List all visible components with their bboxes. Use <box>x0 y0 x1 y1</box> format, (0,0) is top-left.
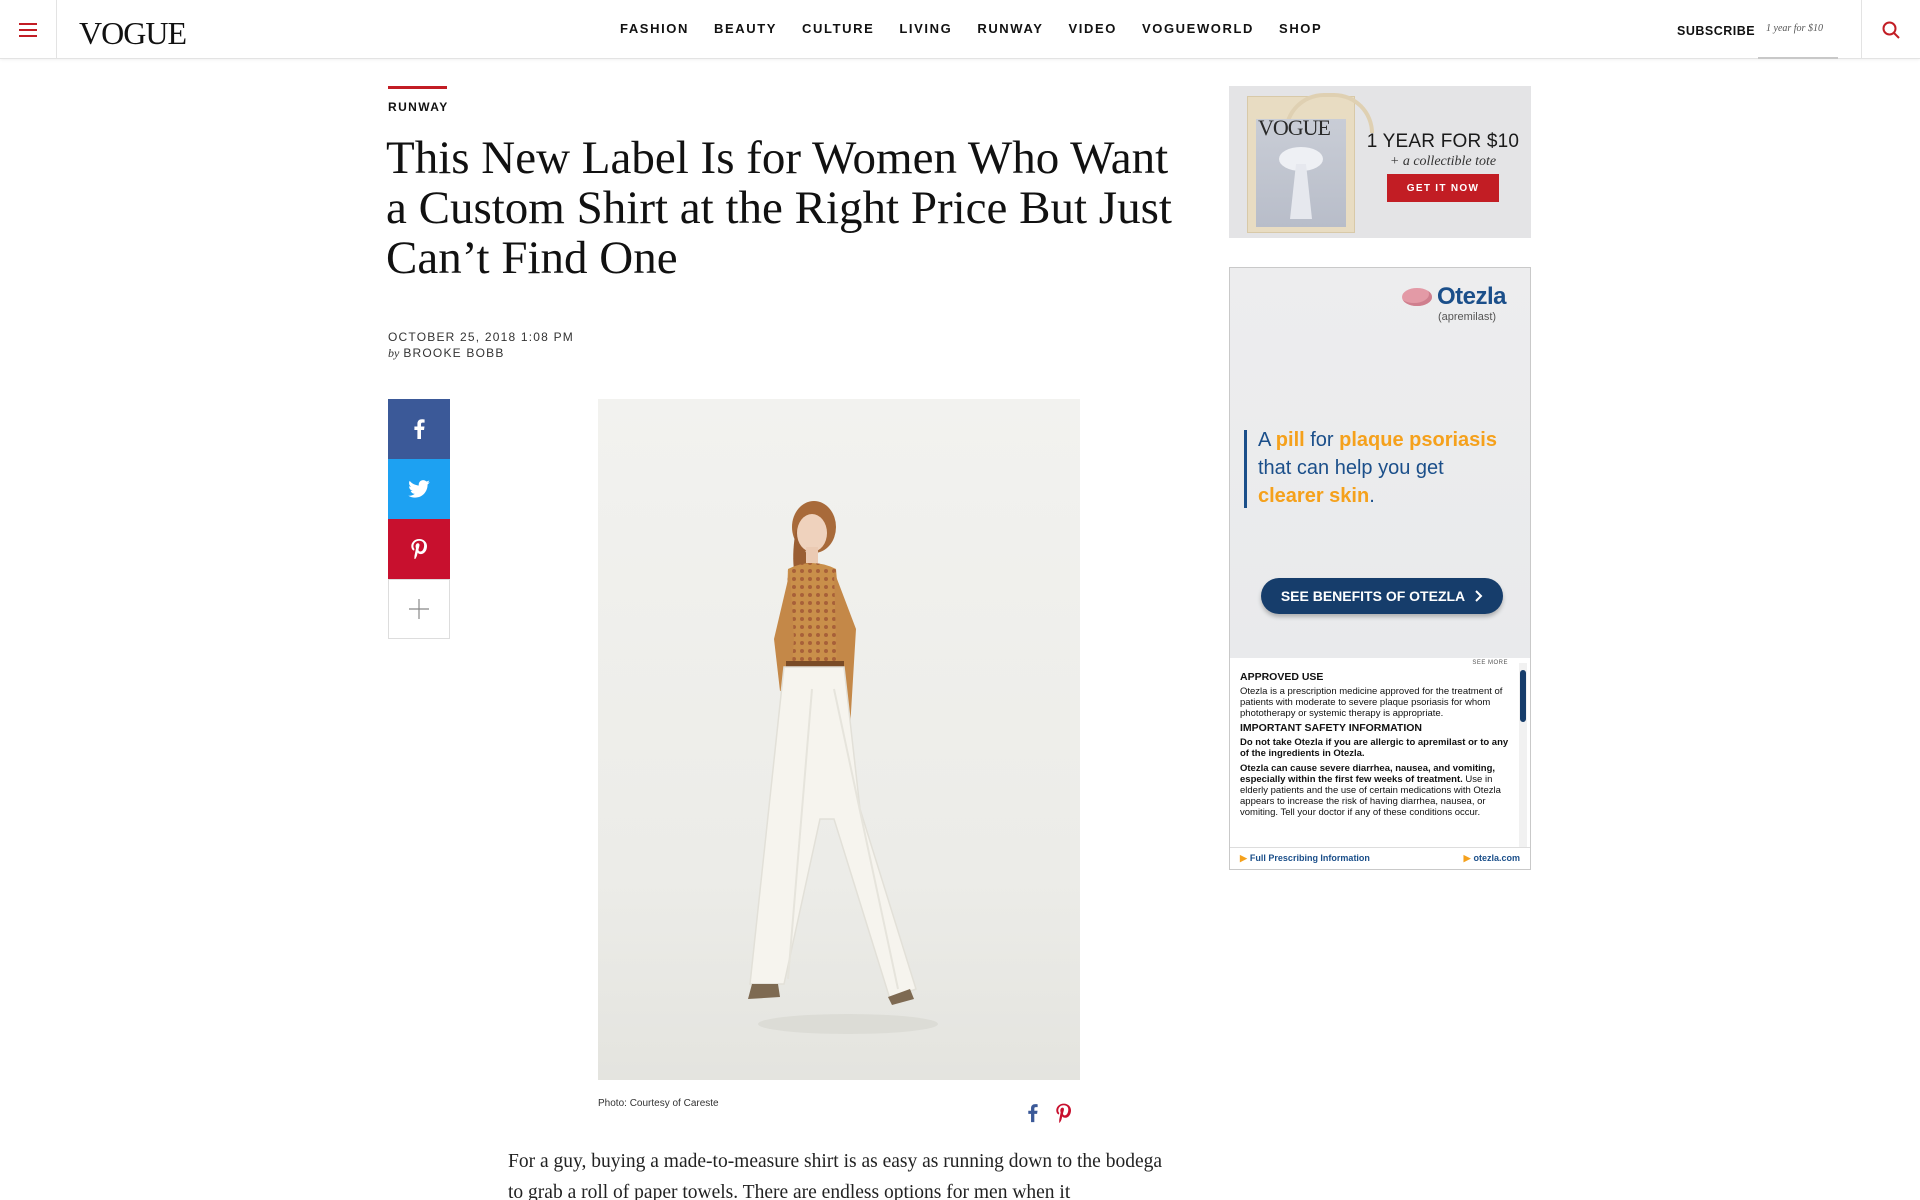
nav-item-vogueworld[interactable]: VOGUEWORLD <box>1142 21 1254 36</box>
ad-offer-headline: 1 YEAR FOR $10 <box>1366 131 1520 152</box>
nav-item-video[interactable]: VIDEO <box>1069 21 1117 36</box>
author-link[interactable]: BROOKE BOBB <box>403 346 504 360</box>
see-more-link[interactable]: SEE MORE <box>1472 660 1508 666</box>
search-icon <box>1882 21 1900 39</box>
search-button[interactable] <box>1861 0 1920 59</box>
kicker-rule <box>388 86 447 89</box>
otezla-generic-name: (apremilast) <box>1438 311 1497 323</box>
isi-footer: ▶ Full Prescribing Information ▶ otezla.co… <box>1230 847 1530 869</box>
share-pinterest-button[interactable] <box>388 519 450 579</box>
tote-bag-image: VOGUE <box>1247 93 1374 233</box>
isi-scrollbar-thumb[interactable] <box>1520 670 1526 722</box>
pill-icon <box>1402 288 1432 306</box>
vogue-subscription-ad[interactable]: VOGUE 1 YEAR FOR $10 + a collectible tot… <box>1229 86 1531 238</box>
ad-tagline: A pill for plaque psoriasis that can hel… <box>1258 429 1497 507</box>
nav-item-fashion[interactable]: FASHION <box>620 21 689 36</box>
ad-offer-subline: + a collectible tote <box>1389 154 1497 169</box>
see-benefits-label: SEE BENEFITS OF OTEZLA <box>1280 588 1466 604</box>
share-twitter-button[interactable] <box>388 459 450 519</box>
facebook-icon <box>1028 1104 1038 1123</box>
publish-date: OCTOBER 25, 2018 1:08 PM <box>388 330 574 344</box>
otezla-brand: Otezla <box>1437 283 1507 310</box>
tote-logo: VOGUE <box>1258 115 1331 140</box>
nav-item-shop[interactable]: SHOP <box>1279 21 1322 36</box>
byline-prefix: by <box>388 346 400 360</box>
subscribe-link[interactable]: SUBSCRIBE <box>1677 24 1755 38</box>
see-benefits-button[interactable]: SEE BENEFITS OF OTEZLA <box>1261 578 1503 614</box>
nav-item-beauty[interactable]: BEAUTY <box>714 21 777 36</box>
model-figure-image <box>748 501 938 1034</box>
photo-share-facebook[interactable] <box>1027 1103 1038 1128</box>
byline: by BROOKE BOBB <box>388 346 505 361</box>
otezla-ad[interactable]: Otezla (apremilast) A pill for plaque ps… <box>1229 267 1531 870</box>
facebook-icon <box>414 419 425 439</box>
article-lead-photo[interactable] <box>598 399 1080 1080</box>
safety-info-text[interactable]: APPROVED USE Otezla is a prescription me… <box>1240 670 1512 845</box>
nav-item-runway[interactable]: RUNWAY <box>977 21 1043 36</box>
pinterest-icon <box>1056 1103 1071 1123</box>
article-body-paragraph: For a guy, buying a made-to-measure shir… <box>508 1151 1163 1200</box>
approved-use-text: Otezla is a prescription medicine approv… <box>1240 686 1503 719</box>
plus-icon <box>409 599 429 619</box>
hamburger-menu-button[interactable] <box>0 0 57 59</box>
safety-paragraph: Otezla can cause severe diarrhea, nausea… <box>1240 763 1501 818</box>
tagline-bar <box>1244 430 1247 508</box>
vogue-logo[interactable]: VOGUE <box>79 15 187 52</box>
otezla-site-link[interactable]: ▶ otezla.com <box>1464 853 1520 864</box>
safety-title: IMPORTANT SAFETY INFORMATION <box>1240 722 1422 734</box>
share-facebook-button[interactable] <box>388 399 450 459</box>
photo-share-pinterest[interactable] <box>1056 1103 1071 1128</box>
nav-item-living[interactable]: LIVING <box>899 21 952 36</box>
chevron-right-icon <box>1475 590 1483 602</box>
offer-underline <box>1758 57 1838 59</box>
photo-caption: Photo: Courtesy of Careste <box>598 1098 719 1109</box>
approved-use-title: APPROVED USE <box>1240 671 1324 683</box>
twitter-icon <box>408 480 430 498</box>
pinterest-icon <box>411 539 427 559</box>
safety-bold-1: Do not take Otezla if you are allergic t… <box>1240 737 1509 759</box>
rubric-link[interactable]: RUNWAY <box>388 100 449 114</box>
get-it-now-button[interactable]: GET IT NOW <box>1387 174 1499 202</box>
hamburger-icon <box>19 22 37 37</box>
main-nav: FASHION BEAUTY CULTURE LIVING RUNWAY VID… <box>620 21 1347 36</box>
nav-item-culture[interactable]: CULTURE <box>802 21 874 36</box>
share-more-button[interactable] <box>388 579 450 639</box>
article-headline: This New Label Is for Women Who Want a C… <box>386 132 1172 284</box>
top-navigation-bar: VOGUE FASHION BEAUTY CULTURE LIVING RUNW… <box>0 0 1920 59</box>
subscribe-offer[interactable]: 1 year for $10 <box>1766 23 1823 34</box>
prescribing-info-link[interactable]: ▶ Full Prescribing Information <box>1240 853 1370 864</box>
